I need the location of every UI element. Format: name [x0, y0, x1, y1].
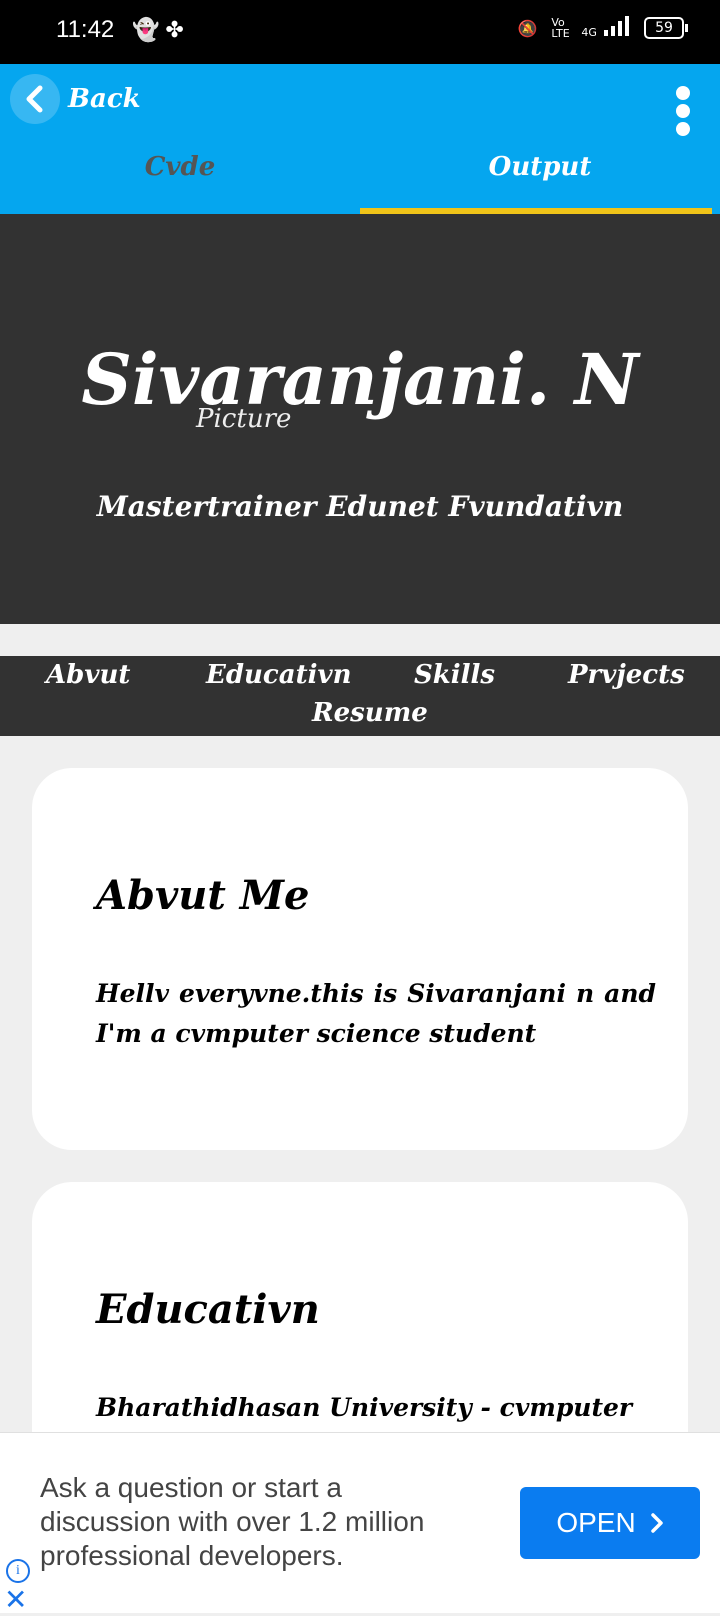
back-label: Back: [68, 84, 141, 114]
volte-label: Vo LTE: [551, 16, 570, 40]
profile-name: Sivaranjani. N: [81, 338, 639, 421]
ad-open-label: OPEN: [556, 1507, 636, 1538]
nav-link-projects[interactable]: Prvjects: [568, 660, 685, 690]
battery-indicator: 59: [644, 17, 688, 39]
status-time: 11:42: [56, 16, 115, 43]
ad-info-icon[interactable]: i: [6, 1559, 30, 1583]
more-options-icon[interactable]: [676, 86, 692, 136]
nav-link-skills[interactable]: Skills: [414, 660, 495, 690]
nav-link-education[interactable]: Educativn: [206, 660, 351, 690]
signal-bars-icon: [604, 16, 629, 36]
status-right: 🔕 Vo LTE 4G 59: [517, 16, 688, 40]
tab-code[interactable]: Cvde: [0, 152, 360, 182]
tab-output[interactable]: Output: [360, 152, 720, 182]
network-type: 4G: [581, 26, 597, 39]
section-nav: Abvut Educativn Skills Prvjects Resume: [0, 656, 720, 736]
back-button[interactable]: Back: [10, 74, 141, 124]
about-title: Abvut Me: [96, 872, 310, 919]
app-bar: Back Cvde Output: [0, 64, 720, 214]
signal-icon: 4G: [581, 16, 630, 40]
education-title: Educativn: [96, 1286, 320, 1333]
about-card: Abvut Me Hellv everyvne.this is Sivaranj…: [32, 768, 688, 1150]
mute-icon: 🔕: [517, 18, 538, 38]
ad-banner: Ask a question or start a discussion wit…: [0, 1432, 720, 1616]
ad-text: Ask a question or start a discussion wit…: [40, 1472, 425, 1571]
chevron-left-icon: [10, 74, 60, 124]
profile-role: Mastertrainer Edunet Fvundativn: [96, 490, 624, 523]
snapchat-icon: 👻: [132, 18, 166, 43]
app-grid-icon: ✤: [165, 18, 190, 43]
profile-header: Picture Sivaranjani. N Mastertrainer Edu…: [0, 214, 720, 624]
education-text: Bharathidhasan University - cvmputer: [96, 1393, 633, 1422]
status-bar: 11:42 👻✤ 🔕 Vo LTE 4G 59: [0, 0, 720, 64]
chevron-right-icon: [650, 1513, 663, 1533]
ad-open-button[interactable]: OPEN: [520, 1487, 700, 1559]
nav-link-about[interactable]: Abvut: [46, 660, 130, 690]
nav-link-resume[interactable]: Resume: [312, 698, 428, 728]
ad-close-icon[interactable]: ✕: [4, 1583, 27, 1616]
notification-icons: 👻✤: [132, 18, 190, 43]
about-text: Hellv everyvne.this is Sivaranjani n and…: [96, 979, 656, 1048]
